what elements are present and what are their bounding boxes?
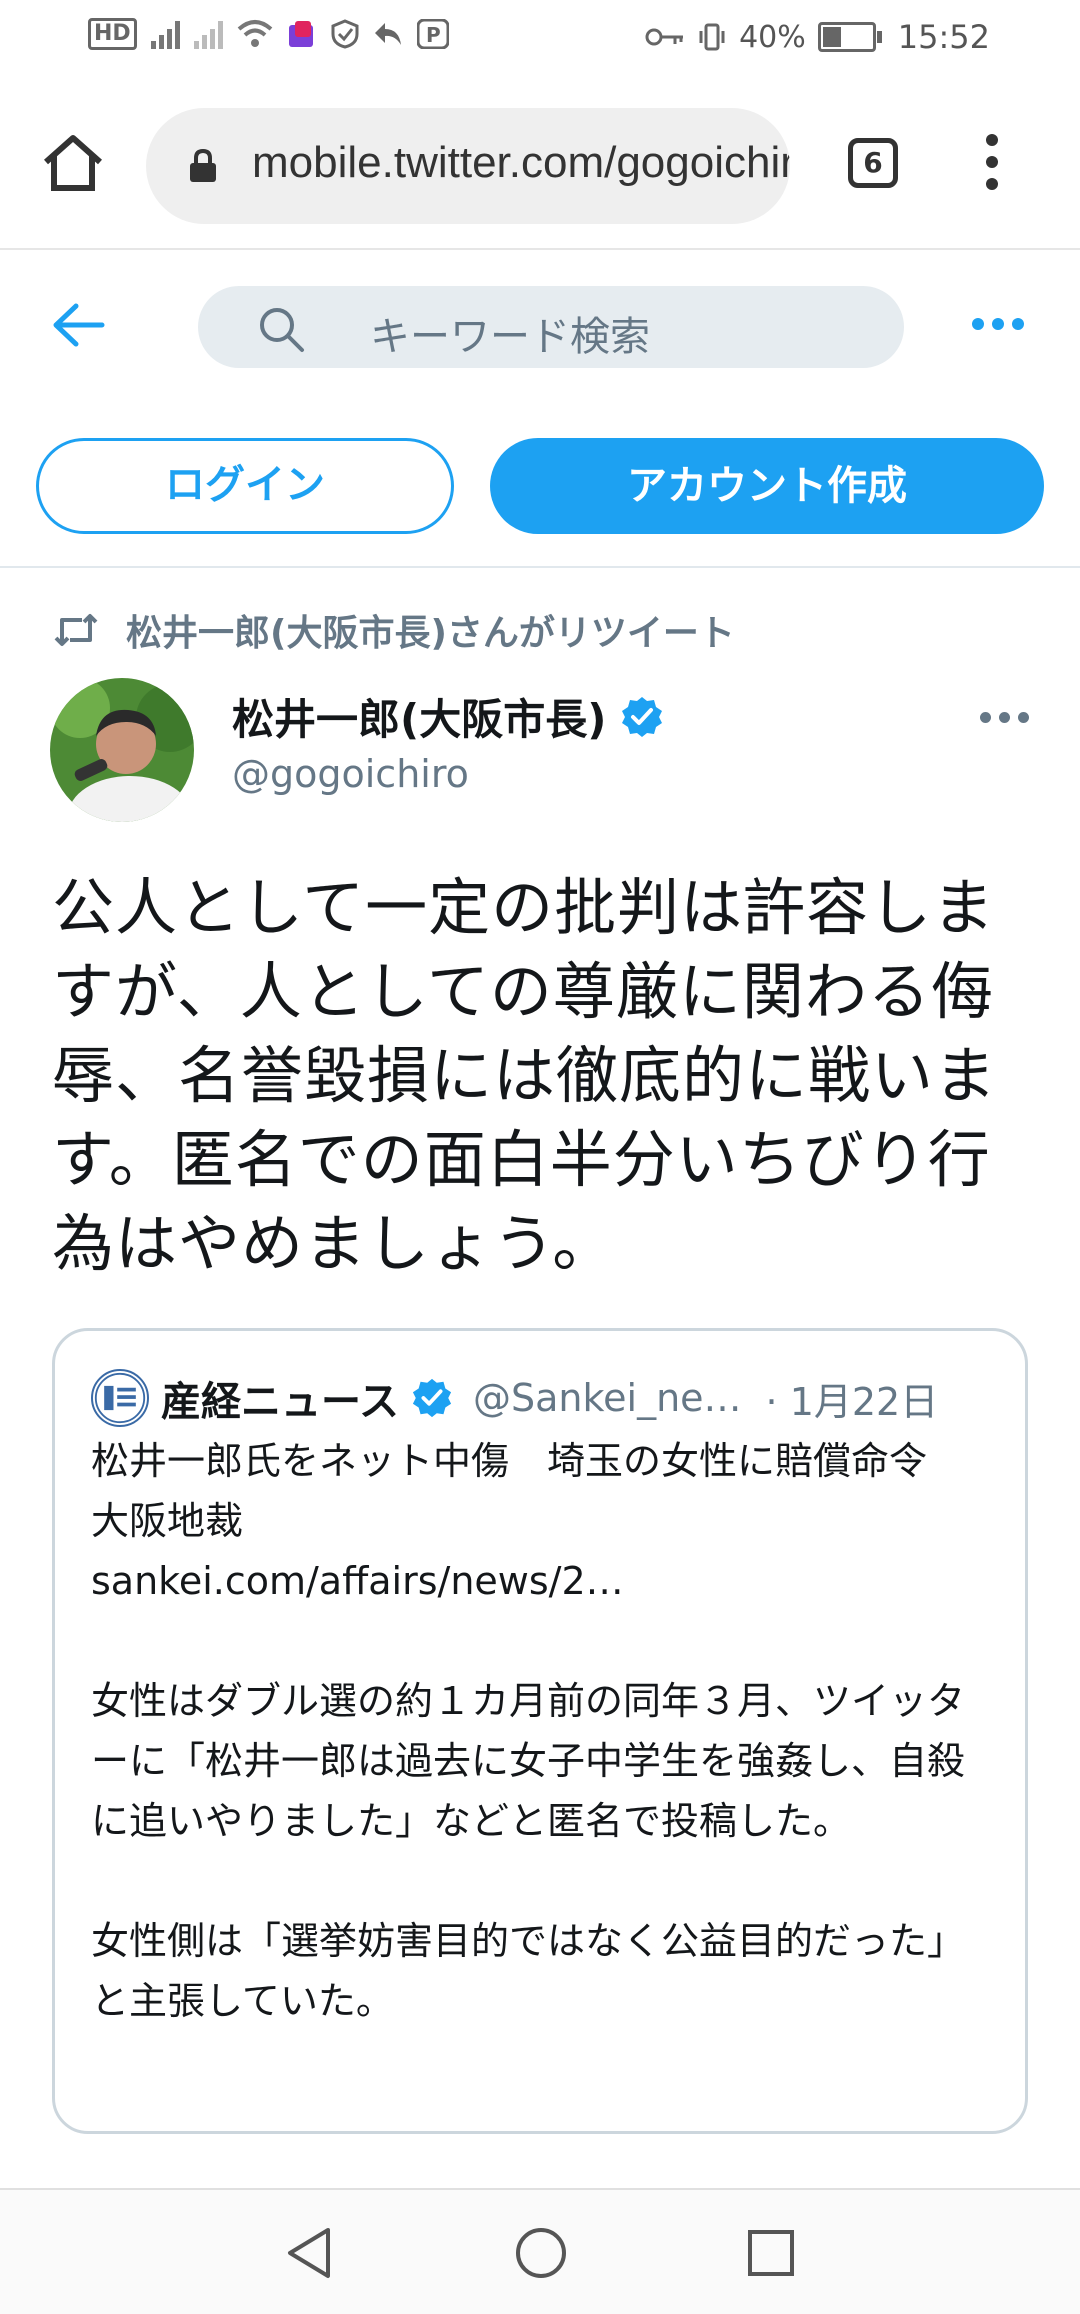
retweet-context[interactable]: 松井一郎(大阪市長)さんがリツイート	[52, 604, 735, 656]
lock-icon	[190, 148, 216, 182]
address-bar[interactable]: mobile.twitter.com/gogoichiro	[146, 108, 790, 224]
tab-switcher-button[interactable]: 6	[848, 138, 898, 188]
home-icon[interactable]	[40, 130, 106, 196]
system-nav-bar	[0, 2188, 1080, 2314]
status-bar: HD P 40% 15:52	[0, 0, 1080, 80]
signup-button[interactable]: アカウント作成	[490, 438, 1044, 534]
signal-icon	[150, 19, 180, 49]
quoted-tweet-body: 松井一郎氏をネット中傷 埼玉の女性に賠償命令 大阪地裁 sankei.com/a…	[91, 1431, 991, 2031]
retweet-context-label: 松井一郎(大阪市長)さんがリツイート	[126, 613, 735, 654]
app-p-icon: P	[416, 19, 449, 49]
signal-icon-2	[193, 19, 223, 49]
back-arrow-icon[interactable]	[50, 300, 106, 350]
author-handle[interactable]: @gogoichiro	[232, 752, 469, 796]
battery-percent: 40%	[739, 19, 806, 55]
reply-arrow-icon	[374, 23, 401, 45]
author-name[interactable]: 松井一郎(大阪市長)	[232, 686, 664, 747]
wifi-icon	[237, 20, 273, 47]
browser-menu-icon[interactable]	[986, 134, 1000, 194]
divider	[0, 566, 1080, 568]
browser-toolbar: mobile.twitter.com/gogoichiro 6	[0, 80, 1080, 250]
search-icon	[260, 308, 304, 352]
vibrate-icon	[699, 23, 725, 51]
quoted-paragraph: 女性はダブル選の約１カ月前の同年３月、ツイッターに「松井一郎は過去に女子中学生を…	[91, 1679, 966, 1843]
clock: 15:52	[897, 18, 990, 56]
author-name-text: 松井一郎(大阪市長)	[232, 695, 607, 744]
battery-icon	[817, 22, 882, 52]
app-notification-icon	[288, 21, 313, 47]
key-icon	[645, 28, 684, 46]
quoted-author-name: 産経ニュース	[161, 1379, 399, 1425]
quoted-author-handle: @Sankei_ne…	[473, 1376, 742, 1420]
quoted-tweet-card[interactable]: 産経ニュース @Sankei_ne… · 1月22日 松井一郎氏をネット中傷 埼…	[52, 1328, 1028, 2134]
quoted-headline: 松井一郎氏をネット中傷 埼玉の女性に賠償命令 大阪地裁	[91, 1439, 966, 1543]
nav-back-icon[interactable]	[284, 2226, 334, 2280]
search-placeholder: キーワード検索	[370, 314, 650, 360]
tweet-more-options-icon[interactable]	[980, 712, 1029, 723]
login-button[interactable]: ログイン	[36, 438, 454, 534]
status-left: HD P	[88, 18, 449, 50]
nav-recent-apps-icon[interactable]	[746, 2226, 796, 2280]
quoted-paragraph: 女性側は「選挙妨害目的ではなく公益目的だった」と主張していた。	[91, 1919, 966, 2023]
verified-badge-icon	[622, 696, 663, 737]
retweet-icon	[54, 614, 98, 646]
more-options-icon[interactable]	[972, 318, 1024, 330]
tweet-text: 公人として一定の批判は許容しますが、人としての尊厳に関わる侮辱、名誉毀損には徹底…	[52, 871, 998, 1280]
quoted-link[interactable]: sankei.com/affairs/news/2…	[91, 1551, 991, 1611]
shield-icon	[331, 19, 359, 49]
status-right: 40% 15:52	[645, 18, 990, 56]
verified-badge-icon	[412, 1378, 452, 1418]
avatar[interactable]	[50, 678, 194, 822]
quoted-tweet-header: 産経ニュース @Sankei_ne… · 1月22日	[91, 1369, 938, 1427]
sankei-news-logo-icon	[91, 1369, 149, 1427]
quoted-tweet-date: · 1月22日	[765, 1379, 939, 1424]
nav-home-icon[interactable]	[514, 2226, 568, 2280]
svg-text:P: P	[426, 23, 441, 47]
hd-icon: HD	[88, 18, 137, 50]
url-text: mobile.twitter.com/gogoichiro	[252, 138, 790, 187]
search-input[interactable]: キーワード検索	[198, 286, 904, 368]
